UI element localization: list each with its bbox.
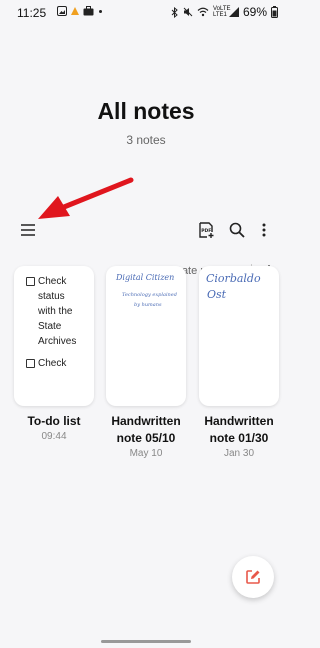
compose-icon	[246, 570, 260, 584]
checkbox-icon	[26, 358, 35, 368]
note-date: Jan 30	[223, 448, 255, 459]
briefcase-notification-icon	[83, 6, 94, 16]
note-item-handwritten-0130[interactable]: Ciorbaldo Ost Handwritten note 01/30 Jan…	[199, 266, 279, 459]
note-item-handwritten-0510[interactable]: Digital Citizen Technology explained by …	[106, 266, 186, 459]
todo-item: Check	[26, 356, 66, 371]
notes-count: 3 notes	[126, 133, 166, 147]
todo-text: with the	[38, 306, 73, 317]
more-vertical-icon	[262, 223, 266, 237]
mute-icon	[183, 7, 193, 17]
notification-icons	[57, 6, 102, 16]
battery-icon	[271, 6, 278, 18]
note-item-todo[interactable]: Check status with the State Archives Che…	[14, 266, 94, 442]
page-title: All notes	[97, 98, 195, 124]
new-note-button[interactable]	[232, 556, 274, 598]
gesture-navigation-bar[interactable]	[101, 640, 191, 643]
menu-button[interactable]	[14, 216, 42, 244]
svg-text:PDF: PDF	[201, 228, 211, 234]
battery-percent: 69%	[242, 5, 267, 19]
search-button[interactable]	[223, 216, 251, 244]
app-notification-icon	[71, 7, 79, 15]
note-title: Handwritten note 05/10	[111, 414, 181, 445]
pdf-import-button[interactable]: PDF	[193, 216, 221, 244]
note-title: Handwritten note 01/30	[204, 414, 274, 445]
status-time: 11:25	[17, 6, 47, 20]
note-title: To-do list	[27, 414, 81, 428]
handwriting-text: by humans	[134, 302, 162, 308]
note-date: May 10	[129, 448, 163, 459]
signal-icon	[228, 7, 239, 17]
wifi-icon	[197, 7, 209, 17]
todo-text: State	[38, 321, 62, 332]
note-thumbnail[interactable]: Check status with the State Archives Che…	[14, 266, 94, 406]
pdf-import-icon: PDF	[199, 221, 214, 238]
todo-text: status	[38, 291, 65, 302]
hamburger-menu-icon	[21, 224, 35, 236]
handwriting-text: Ost	[207, 288, 227, 301]
network-label: VoLTE LTE1	[212, 6, 231, 18]
checkbox-icon	[26, 276, 35, 286]
handwriting-text: Technology explained	[122, 292, 177, 298]
todo-item: Check	[26, 274, 66, 289]
note-date: 09:44	[41, 431, 67, 442]
note-thumbnail[interactable]: Ciorbaldo Ost	[199, 266, 279, 406]
note-thumbnail[interactable]: Digital Citizen Technology explained by …	[106, 266, 186, 406]
handwriting-text: Digital Citizen	[116, 273, 175, 282]
todo-text: Archives	[38, 336, 77, 347]
photo-notification-icon	[57, 6, 67, 16]
status-bar: 11:25 VoLTE LTE1 69%	[0, 0, 292, 26]
bluetooth-icon	[171, 6, 178, 18]
status-right: VoLTE LTE1 69%	[171, 5, 278, 19]
toolbar: PDF	[0, 216, 292, 246]
handwriting-text: Ciorbaldo	[206, 272, 261, 285]
search-icon	[229, 222, 245, 238]
dot-notification-icon	[99, 9, 102, 13]
more-options-button[interactable]	[250, 216, 278, 244]
